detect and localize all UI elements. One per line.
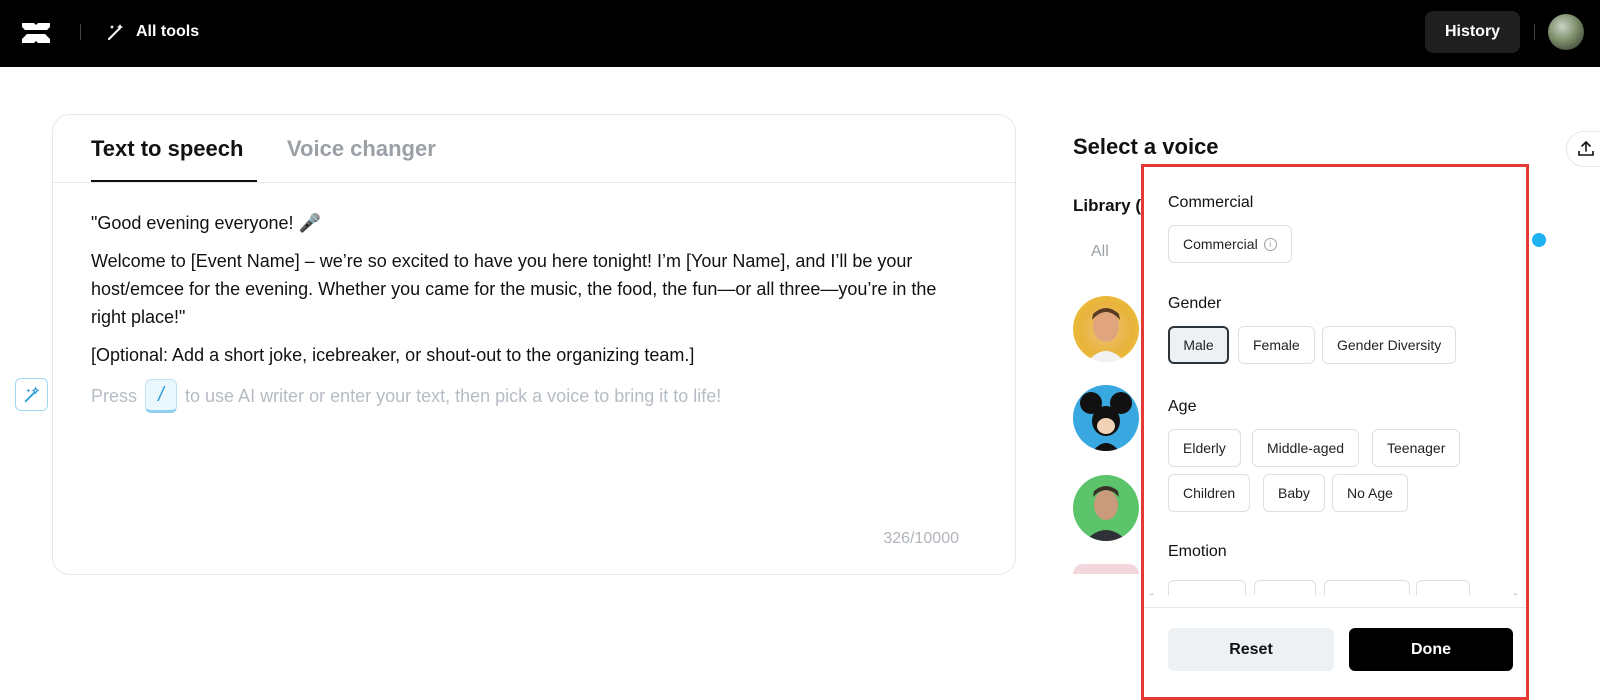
popup-divider — [1144, 607, 1526, 608]
top-divider — [1534, 24, 1535, 40]
section-commercial-title: Commercial — [1168, 194, 1254, 211]
tab-text-to-speech[interactable]: Text to speech — [91, 136, 243, 162]
filter-chip-emotion[interactable] — [1324, 580, 1410, 595]
top-bar: All tools History — [0, 0, 1600, 67]
voice-avatar[interactable] — [1073, 475, 1139, 541]
voice-avatar[interactable] — [1073, 296, 1139, 362]
library-label[interactable]: Library ( — [1073, 196, 1141, 216]
filter-chip-children[interactable]: Children — [1168, 474, 1251, 512]
active-tab-indicator — [91, 180, 257, 182]
filter-chip-gender-diversity[interactable]: Gender Diversity — [1322, 326, 1457, 364]
scroll-right-icon[interactable]: ▶ — [1514, 591, 1520, 595]
all-tools-label: All tools — [136, 23, 200, 40]
voice-filter-popup: Commercial Commercial i Gender Male Fema… — [1141, 164, 1529, 700]
editor-paragraph[interactable]: Welcome to [Event Name] – we’re so excit… — [91, 247, 951, 331]
scroll-left-icon[interactable]: ◀ — [1147, 591, 1153, 595]
capcut-logo-icon[interactable] — [20, 17, 52, 47]
editor-placeholder: Press / to use AI writer or enter your t… — [91, 379, 951, 413]
filter-chip-elderly[interactable]: Elderly — [1168, 429, 1241, 467]
section-emotion-title: Emotion — [1168, 543, 1227, 560]
all-tools-button[interactable]: All tools — [106, 20, 199, 44]
top-divider — [80, 24, 81, 40]
tab-voice-changer[interactable]: Voice changer — [287, 136, 436, 162]
text-to-speech-card: Text to speech Voice changer "Good eveni… — [52, 114, 1016, 575]
filter-chip-middle-aged[interactable]: Middle-aged — [1252, 429, 1360, 467]
voice-avatar[interactable] — [1073, 385, 1139, 451]
tab-bar: Text to speech Voice changer — [53, 115, 1015, 183]
slash-key-icon: / — [145, 379, 178, 413]
filter-chip-emotion[interactable] — [1416, 580, 1470, 595]
placeholder-prefix: Press — [91, 386, 138, 406]
filter-chip-no-age[interactable]: No Age — [1332, 474, 1408, 512]
text-editor[interactable]: "Good evening everyone! 🎤 Welcome to [Ev… — [91, 209, 951, 413]
filter-scroll-area[interactable]: Commercial Commercial i Gender Male Fema… — [1144, 167, 1526, 595]
filter-chip-emotion[interactable] — [1254, 580, 1316, 595]
info-icon[interactable]: i — [1263, 237, 1277, 251]
placeholder-suffix: to use AI writer or enter your text, the… — [185, 386, 722, 406]
magic-wand-icon — [24, 385, 40, 402]
upload-icon — [1578, 140, 1594, 156]
ai-writer-button[interactable] — [15, 378, 48, 411]
reset-button[interactable]: Reset — [1168, 628, 1334, 671]
section-gender-title: Gender — [1168, 295, 1222, 312]
character-counter: 326/10000 — [883, 530, 959, 547]
history-button[interactable]: History — [1425, 11, 1520, 53]
upload-button[interactable] — [1566, 131, 1600, 167]
person-avatar-icon — [1087, 308, 1125, 362]
magic-wand-icon — [108, 24, 123, 40]
filter-chip-commercial[interactable]: Commercial i — [1168, 225, 1292, 263]
user-avatar[interactable] — [1548, 14, 1584, 50]
filter-all[interactable]: All — [1091, 243, 1109, 261]
chip-label: Commercial — [1183, 236, 1258, 252]
editor-paragraph[interactable]: [Optional: Add a short joke, icebreaker,… — [91, 341, 951, 369]
filter-chip-baby[interactable]: Baby — [1263, 474, 1325, 512]
person-avatar-icon — [1085, 486, 1127, 541]
voice-avatar[interactable] — [1073, 564, 1139, 574]
editor-paragraph[interactable]: "Good evening everyone! 🎤 — [91, 209, 951, 237]
filter-chip-male[interactable]: Male — [1168, 326, 1229, 364]
filter-chip-female[interactable]: Female — [1238, 326, 1315, 364]
done-button[interactable]: Done — [1349, 628, 1513, 671]
blue-indicator — [1532, 233, 1546, 247]
section-age-title: Age — [1168, 398, 1197, 415]
filter-chip-teenager[interactable]: Teenager — [1372, 429, 1461, 467]
filter-chip-emotion[interactable] — [1168, 580, 1246, 595]
select-voice-title: Select a voice — [1073, 134, 1219, 159]
mouse-avatar-icon — [1080, 392, 1132, 451]
